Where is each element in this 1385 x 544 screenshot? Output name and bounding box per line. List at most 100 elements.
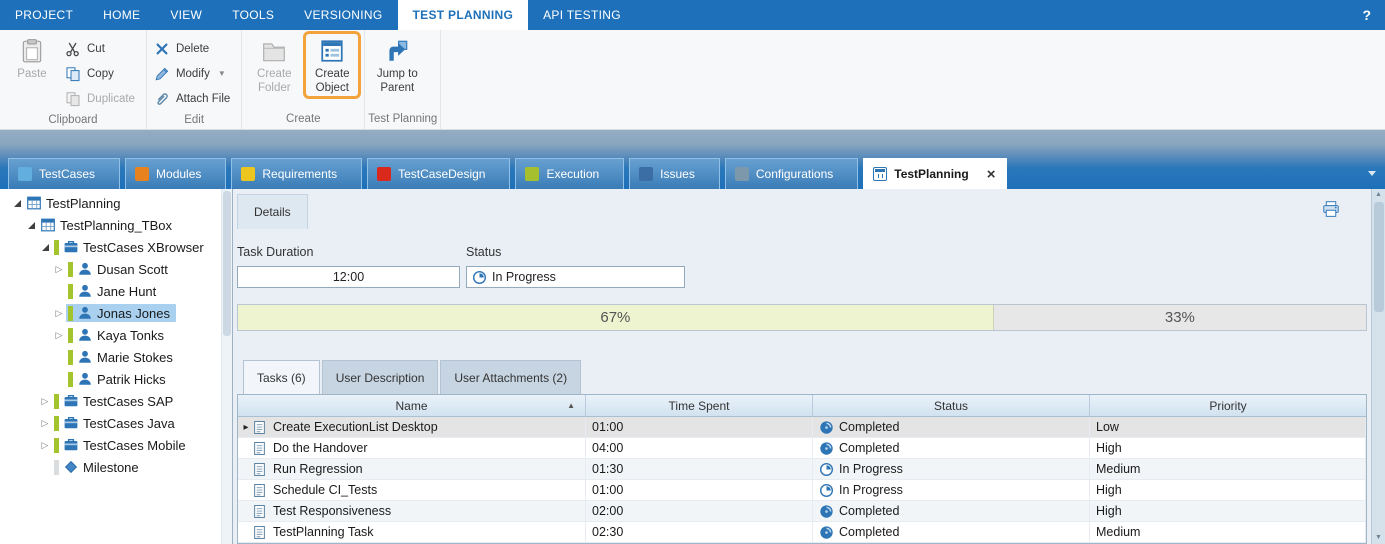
- tab-label: Modules: [156, 167, 201, 181]
- tree-scrollbar[interactable]: [221, 189, 232, 544]
- status-input[interactable]: In Progress: [466, 266, 685, 288]
- tree-item-kaya-tonks[interactable]: ▷Kaya Tonks: [0, 324, 220, 346]
- cut-icon: [65, 41, 81, 57]
- table-row-testplanning-task[interactable]: TestPlanning Task02:30CompletedMedium: [238, 522, 1366, 543]
- print-icon[interactable]: [1321, 200, 1341, 219]
- configurations-tab-icon: [735, 167, 749, 181]
- table-row-create-executionlist-desktop[interactable]: ▸Create ExecutionList Desktop01:00Comple…: [238, 417, 1366, 438]
- create-object-label: Create Object: [306, 67, 358, 96]
- tab-modules[interactable]: Modules: [125, 158, 226, 189]
- tab-label: Issues: [660, 167, 695, 181]
- tab-testcasedesign[interactable]: TestCaseDesign: [367, 158, 510, 189]
- tree-item-dusan-scott[interactable]: ▷Dusan Scott: [0, 258, 220, 280]
- collapsed-node-arrow-icon[interactable]: ▷: [52, 330, 66, 341]
- cell-status: Completed: [813, 501, 1090, 521]
- table-row-test-responsiveness[interactable]: Test Responsiveness02:00CompletedHigh: [238, 501, 1366, 522]
- tab-issues[interactable]: Issues: [629, 158, 720, 189]
- column-header-name[interactable]: Name▲: [238, 395, 586, 416]
- cut-button[interactable]: Cut: [61, 36, 143, 61]
- table-row-do-the-handover[interactable]: Do the Handover04:00CompletedHigh: [238, 438, 1366, 459]
- column-header-time-spent[interactable]: Time Spent: [586, 395, 813, 416]
- cell-name: TestPlanning Task: [238, 522, 586, 542]
- tree-item-jonas-jones[interactable]: ▷ Jonas Jones: [0, 302, 220, 324]
- person-icon: [77, 261, 93, 277]
- create-folder-button[interactable]: Create Folder: [245, 31, 303, 99]
- menu-item-view[interactable]: VIEW: [155, 0, 217, 30]
- collapsed-node-arrow-icon[interactable]: ▷: [38, 396, 52, 407]
- tabstrip-dropdown-icon[interactable]: [1368, 171, 1376, 176]
- tree-scrollbar-thumb[interactable]: [223, 191, 231, 336]
- attach-file-button[interactable]: Attach File: [150, 86, 238, 111]
- detail-fields: Task Duration 12:00 Status In Progress: [237, 245, 1367, 288]
- create-object-button[interactable]: Create Object: [303, 31, 361, 99]
- delete-icon: [154, 41, 170, 57]
- duplicate-button[interactable]: Duplicate: [61, 86, 143, 111]
- expanded-node-arrow-icon[interactable]: [38, 244, 52, 251]
- close-tab-icon[interactable]: ×: [987, 167, 996, 182]
- tab-execution[interactable]: Execution: [515, 158, 624, 189]
- tree-item-testplanning[interactable]: TestPlanning: [0, 192, 220, 214]
- menu-item-project[interactable]: PROJECT: [0, 0, 88, 30]
- tab-testplanning[interactable]: TestPlanning×: [863, 158, 1007, 189]
- subtab-user-description[interactable]: User Description: [322, 360, 439, 394]
- tab-requirements[interactable]: Requirements: [231, 158, 362, 189]
- cell-status: In Progress: [813, 459, 1090, 479]
- menu-item-versioning[interactable]: VERSIONING: [289, 0, 397, 30]
- column-header-label: Status: [934, 399, 968, 413]
- menu-item-home[interactable]: HOME: [88, 0, 155, 30]
- subtab-tasks-6[interactable]: Tasks (6): [243, 360, 320, 394]
- copy-button[interactable]: Copy: [61, 61, 143, 86]
- focused-row-arrow-icon: ▸: [240, 422, 252, 433]
- expanded-node-arrow-icon[interactable]: [10, 200, 24, 207]
- tree-item-testplanning-tbox[interactable]: TestPlanning_TBox: [0, 214, 220, 236]
- tree-item-label: Jonas Jones: [97, 306, 170, 321]
- tree-item-patrik-hicks[interactable]: Patrik Hicks: [0, 368, 220, 390]
- menu-item-api-testing[interactable]: API TESTING: [528, 0, 636, 30]
- tree-item-testcases-java[interactable]: ▷TestCases Java: [0, 412, 220, 434]
- tree-item-testcases-mobile[interactable]: ▷ TestCases Mobile: [0, 434, 220, 456]
- expanded-node-arrow-icon[interactable]: [24, 222, 38, 229]
- cell-priority: High: [1090, 480, 1366, 500]
- table-row-run-regression[interactable]: Run Regression01:30In ProgressMedium: [238, 459, 1366, 480]
- tree-node-content: TestCases SAP: [52, 392, 179, 410]
- tree-item-label: TestCases Mobile: [83, 438, 186, 453]
- detail-scrollbar[interactable]: ▲ ▼: [1371, 189, 1385, 544]
- column-header-priority[interactable]: Priority: [1090, 395, 1366, 416]
- tree-item-milestone[interactable]: Milestone: [0, 456, 220, 478]
- modify-button[interactable]: Modify ▼: [150, 61, 238, 86]
- collapsed-node-arrow-icon[interactable]: ▷: [52, 264, 66, 275]
- tab-configurations[interactable]: Configurations: [725, 158, 858, 189]
- table-row-schedule-ci-tests[interactable]: Schedule CI_Tests01:00In ProgressHigh: [238, 480, 1366, 501]
- planning-icon: [40, 217, 56, 233]
- milestone-icon: [63, 459, 79, 475]
- cell-priority: High: [1090, 438, 1366, 458]
- menu-item-tools[interactable]: TOOLS: [217, 0, 289, 30]
- scroll-down-icon[interactable]: ▼: [1375, 533, 1382, 543]
- tree-item-jane-hunt[interactable]: Jane Hunt: [0, 280, 220, 302]
- subtab-user-attachments-2[interactable]: User Attachments (2): [440, 360, 581, 394]
- collapsed-node-arrow-icon[interactable]: ▷: [38, 440, 52, 451]
- progress-segment-left: 67%: [238, 305, 994, 330]
- task-duration-value: 12:00: [333, 270, 364, 284]
- create-object-icon: [319, 38, 345, 64]
- tab-testcases[interactable]: TestCases: [8, 158, 120, 189]
- ribbon-group-test-planning: Jump to Parent Test Planning: [365, 30, 441, 129]
- tree-item-testcases-sap[interactable]: ▷TestCases SAP: [0, 390, 220, 412]
- tree: TestPlanningTestPlanning_TBoxTestCases X…: [0, 192, 232, 478]
- delete-button[interactable]: Delete: [150, 36, 238, 61]
- jump-to-parent-button[interactable]: Jump to Parent: [368, 31, 426, 99]
- modify-dropdown-icon[interactable]: ▼: [218, 69, 226, 78]
- tree-item-testcases-xbrowser[interactable]: TestCases XBrowser: [0, 236, 220, 258]
- menu-item-test-planning[interactable]: TEST PLANNING: [398, 0, 529, 30]
- scroll-up-icon[interactable]: ▲: [1375, 190, 1382, 200]
- tab-details[interactable]: Details: [237, 194, 308, 229]
- paste-button[interactable]: Paste: [3, 31, 61, 84]
- tree-item-marie-stokes[interactable]: Marie Stokes: [0, 346, 220, 368]
- task-duration-input[interactable]: 12:00: [237, 266, 460, 288]
- collapsed-node-arrow-icon[interactable]: ▷: [52, 308, 66, 319]
- column-header-status[interactable]: Status: [813, 395, 1090, 416]
- detail-scrollbar-thumb[interactable]: [1374, 202, 1384, 312]
- status-bar-icon: [68, 306, 73, 321]
- help-button[interactable]: ?: [1348, 0, 1385, 30]
- collapsed-node-arrow-icon[interactable]: ▷: [38, 418, 52, 429]
